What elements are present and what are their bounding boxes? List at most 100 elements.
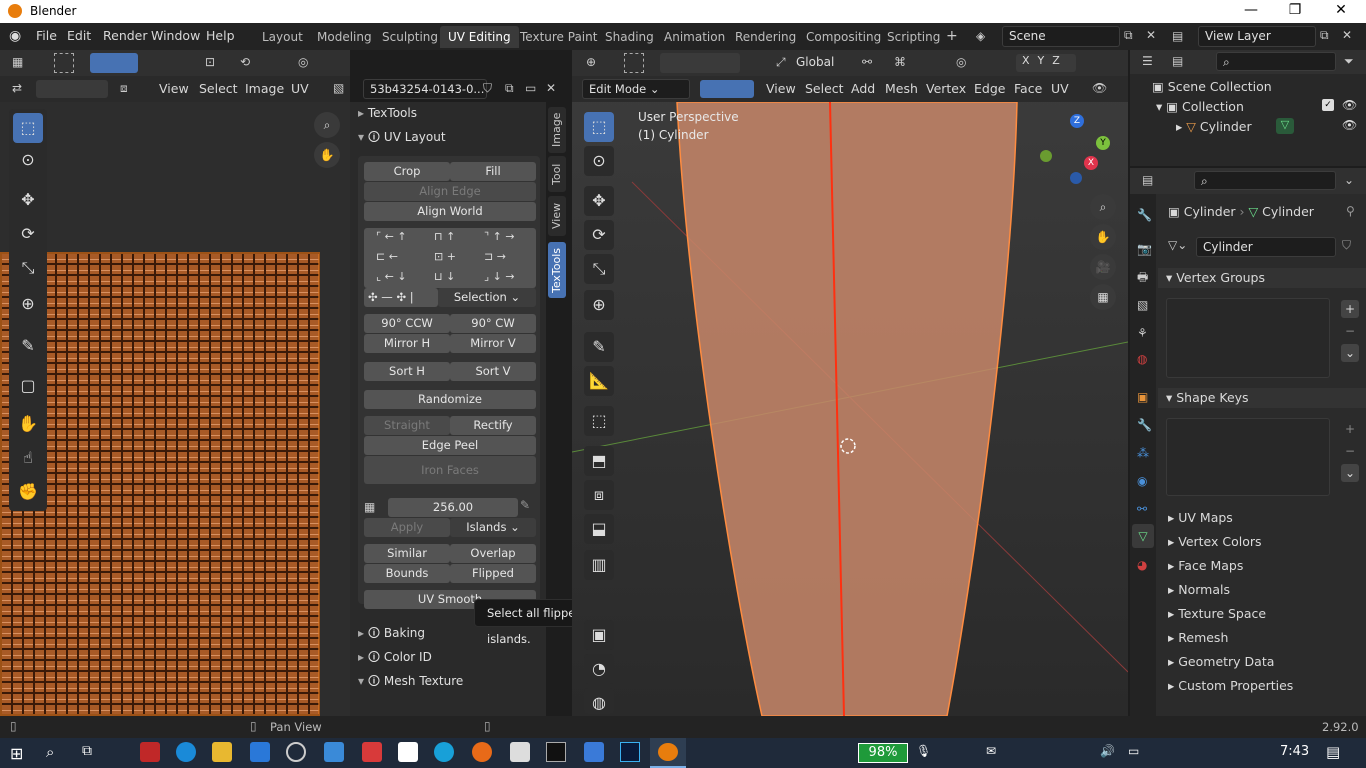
app-edge-icon[interactable]: [176, 742, 196, 762]
flipped-button[interactable]: Flipped: [450, 564, 536, 583]
task-view-icon[interactable]: ⧉: [82, 743, 92, 759]
vp-select-tool-icon[interactable]: ⬚: [584, 112, 614, 142]
pinch-tool-icon[interactable]: ✋: [13, 409, 43, 439]
image-name-field[interactable]: 53b43254-0143-0...: [363, 79, 487, 99]
overlap-button[interactable]: Overlap: [450, 544, 536, 563]
viewport-editor-type-icon[interactable]: ⊕: [586, 55, 596, 69]
menu-edit[interactable]: Edit: [67, 28, 91, 43]
viewport-select-box-icon[interactable]: [624, 53, 644, 73]
vp-measure-tool-icon[interactable]: 📐: [584, 366, 614, 396]
vp-spin-tool-icon[interactable]: ◔: [584, 654, 614, 684]
pan-hand-icon[interactable]: ✋: [314, 142, 340, 168]
tab-sculpting[interactable]: Sculpting: [374, 26, 446, 48]
app-filezilla-icon[interactable]: [140, 742, 160, 762]
delete-view-layer-icon[interactable]: ✕: [1342, 28, 1352, 42]
mirror-v-button[interactable]: Mirror V: [450, 334, 536, 353]
vp-bevel-tool-icon[interactable]: ⬓: [584, 514, 614, 544]
app-mail-icon[interactable]: [250, 742, 270, 762]
view-layer-tab-icon[interactable]: ▧: [1137, 298, 1148, 312]
selection-dropdown[interactable]: Selection ⌄: [438, 288, 536, 307]
align-top-icon[interactable]: ⊓ ↑: [434, 230, 455, 243]
vp-grid-icon[interactable]: ▦: [1090, 284, 1116, 310]
mode-dropdown[interactable]: Edit Mode ⌄: [582, 79, 690, 99]
view-layer-icon[interactable]: ▤: [1172, 29, 1183, 43]
properties-search-input[interactable]: ⌕: [1194, 171, 1336, 190]
new-image-icon[interactable]: ⧉: [505, 81, 514, 96]
zoom-icon[interactable]: ⌕: [314, 112, 340, 138]
align-grid[interactable]: ⌜ ← ↑ ⊓ ↑ ⌝ ↑ → ⊏ ← ⊡ + ⊐ → ⌞ ← ↓ ⊔ ↓ ⌟ …: [364, 228, 536, 288]
rotate-ccw-button[interactable]: 90° CCW: [364, 314, 450, 333]
new-scene-icon[interactable]: ⧉: [1124, 28, 1133, 43]
mesh-select-mode-buttons[interactable]: [700, 80, 754, 98]
vp-inset-tool-icon[interactable]: ⧈: [584, 480, 614, 510]
vp-menu-uv[interactable]: UV: [1051, 81, 1069, 96]
menu-file[interactable]: File: [36, 28, 57, 43]
uv-menu-image[interactable]: Image: [245, 81, 284, 96]
collection-checkbox[interactable]: ✓: [1322, 99, 1334, 111]
mail-tray-icon[interactable]: ✉: [986, 744, 996, 758]
sticky-select-icon[interactable]: ⧈: [120, 81, 128, 96]
app-pen-icon[interactable]: [362, 742, 382, 762]
sidetab-view[interactable]: View: [548, 196, 566, 236]
cylinder-mesh[interactable]: [572, 102, 1128, 716]
open-image-icon[interactable]: ▭: [525, 81, 536, 95]
output-tab-icon[interactable]: 🖶: [1137, 268, 1148, 289]
maximize-button[interactable]: ❐: [1272, 2, 1318, 21]
render-tab-icon[interactable]: 📷: [1137, 242, 1152, 256]
uv-sync-icon[interactable]: ⇄: [12, 81, 22, 95]
physics-tab-icon[interactable]: ◉: [1137, 474, 1147, 488]
fake-user-shield-icon[interactable]: ⛉: [1342, 238, 1351, 253]
app-explorer-icon[interactable]: [212, 742, 232, 762]
properties-options-icon[interactable]: ⌄: [1344, 173, 1354, 187]
vp-menu-vertex[interactable]: Vertex: [926, 81, 966, 96]
baking-panel-header[interactable]: ▸ 🛈 Baking: [358, 622, 425, 644]
vp-extrude-tool-icon[interactable]: ⬒: [584, 446, 614, 476]
normals-panel[interactable]: ▸ Normals: [1168, 582, 1230, 597]
vp-transform-tool-icon[interactable]: ⊕: [584, 290, 614, 320]
app-firefox-icon[interactable]: [472, 742, 492, 762]
similar-button[interactable]: Similar: [364, 544, 450, 563]
vp-polybuild-tool-icon[interactable]: ▣: [584, 620, 614, 650]
vp-add-cube-tool-icon[interactable]: ⬚: [584, 406, 614, 436]
material-tab-icon[interactable]: ◕: [1137, 558, 1147, 572]
shape-keys-header[interactable]: ▾ Shape Keys: [1158, 388, 1366, 408]
orientation-dropdown[interactable]: Global: [796, 55, 834, 69]
editor-type-icon[interactable]: ▦: [12, 55, 23, 69]
view-layer-field[interactable]: View Layer: [1198, 26, 1316, 47]
uv-layout-panel-header[interactable]: ▾ 🛈 UV Layout: [358, 126, 446, 148]
outliner-scene-collection[interactable]: ▣ Scene Collection: [1152, 79, 1272, 94]
outliner-display-icon[interactable]: ▤: [1172, 54, 1183, 68]
vp-cursor-tool-icon[interactable]: ⊙: [584, 146, 614, 176]
world-tab-icon[interactable]: ◍: [1137, 352, 1147, 366]
mic-icon[interactable]: 🎙: [916, 744, 931, 758]
align-bottom-right-icon[interactable]: ⌟ ↓ →: [484, 270, 515, 283]
snapping-icon[interactable]: ⌘: [894, 55, 906, 69]
geometry-data-panel[interactable]: ▸ Geometry Data: [1168, 654, 1274, 669]
pivot-point-icon[interactable]: ⚯: [862, 55, 872, 69]
select-mode-buttons[interactable]: [90, 53, 138, 73]
app-clock-icon[interactable]: [286, 742, 306, 762]
uv-select-mode-buttons[interactable]: [36, 80, 108, 98]
mesh-texture-panel-header[interactable]: ▾ 🛈 Mesh Texture: [358, 670, 463, 692]
minimize-button[interactable]: —: [1228, 2, 1274, 21]
mirror-h-button[interactable]: Mirror H: [364, 334, 450, 353]
image-browse-icon[interactable]: ▧: [333, 81, 344, 95]
add-shape-key-button[interactable]: +: [1341, 420, 1359, 438]
rotate-tool-icon[interactable]: ⟳: [13, 219, 43, 249]
vp-move-tool-icon[interactable]: ✥: [584, 186, 614, 216]
sidetab-textools[interactable]: TexTools: [548, 242, 566, 298]
uv-menu-view[interactable]: View: [159, 81, 189, 96]
new-view-layer-icon[interactable]: ⧉: [1320, 28, 1329, 43]
scene-field[interactable]: Scene: [1002, 26, 1120, 47]
align-left-icon[interactable]: ⊏ ←: [376, 250, 398, 263]
tab-texture-paint[interactable]: Texture Paint: [512, 26, 605, 48]
textools-panel-header[interactable]: ▸ TexTools: [358, 102, 417, 124]
windows-start-icon[interactable]: ⊞: [10, 744, 23, 763]
cursor-tool-icon[interactable]: ⊙: [13, 145, 43, 175]
vp-menu-add[interactable]: Add: [851, 81, 875, 96]
remove-shape-key-button[interactable]: −: [1341, 442, 1359, 460]
vp-menu-edge[interactable]: Edge: [974, 81, 1005, 96]
annotate-tool-icon[interactable]: ✎: [13, 331, 43, 361]
align-top-right-icon[interactable]: ⌝ ↑ →: [484, 230, 515, 243]
align-center-icon[interactable]: ⊡ +: [434, 250, 456, 263]
